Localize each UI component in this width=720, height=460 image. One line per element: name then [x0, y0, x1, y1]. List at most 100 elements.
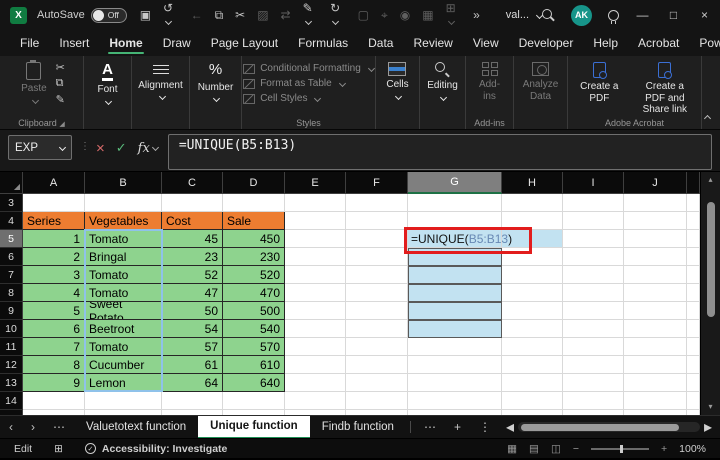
cell[interactable]	[408, 338, 502, 356]
copy-icon[interactable]: ⧉	[215, 8, 224, 23]
scroll-up-icon[interactable]: ▴	[708, 172, 712, 186]
cell[interactable]: 4	[23, 284, 85, 302]
format-painter-icon[interactable]: ✎	[56, 93, 65, 106]
sheet-tab-valuetotext[interactable]: Valuetotext function	[74, 416, 198, 439]
column-header-c[interactable]: C	[162, 172, 223, 194]
enter-check-icon[interactable]: ✓	[116, 140, 127, 156]
autosave-toggle[interactable]: Off	[90, 7, 127, 23]
cell[interactable]	[624, 374, 687, 392]
row-header-8[interactable]: 8	[0, 284, 23, 302]
cell[interactable]	[687, 302, 700, 320]
macro-record-icon[interactable]: ⊞	[54, 443, 63, 455]
camera-icon[interactable]: ◉	[400, 8, 410, 22]
column-header-e[interactable]: E	[285, 172, 346, 194]
cell[interactable]	[563, 284, 624, 302]
cell[interactable]	[563, 320, 624, 338]
spill-cell[interactable]	[408, 266, 502, 284]
cell[interactable]	[408, 356, 502, 374]
cell[interactable]: 52	[162, 266, 223, 284]
cell[interactable]	[563, 356, 624, 374]
cell[interactable]	[687, 374, 700, 392]
cell[interactable]: 3	[23, 266, 85, 284]
cell[interactable]	[285, 212, 346, 230]
cell[interactable]: 61	[162, 356, 223, 374]
cell[interactable]	[563, 302, 624, 320]
cell[interactable]	[563, 230, 624, 248]
page-break-view-icon[interactable]: ◫	[551, 443, 561, 455]
cell[interactable]	[85, 194, 162, 212]
cell[interactable]	[346, 338, 408, 356]
cell[interactable]	[563, 338, 624, 356]
number-button[interactable]: % Number	[195, 61, 237, 103]
horizontal-scroll-track[interactable]	[517, 422, 700, 432]
back-icon[interactable]: ←	[191, 8, 203, 22]
zoom-level[interactable]: 100%	[679, 443, 706, 455]
cell[interactable]	[408, 392, 502, 410]
row-header-4[interactable]: 4	[0, 212, 23, 230]
cell[interactable]	[563, 194, 624, 212]
cell[interactable]: 50	[162, 302, 223, 320]
cell[interactable]	[687, 266, 700, 284]
sheet-list-ellipsis-icon[interactable]: ⋯	[44, 420, 74, 434]
cell[interactable]	[346, 392, 408, 410]
tab-developer[interactable]: Developer	[509, 30, 584, 56]
editing-button[interactable]: Editing	[424, 61, 461, 101]
cell[interactable]	[687, 194, 700, 212]
cell[interactable]	[23, 392, 85, 410]
addins-button[interactable]: Add-ins	[470, 61, 509, 103]
tab-power-pivot[interactable]: Power Pivot	[689, 30, 720, 56]
tab-home[interactable]: Home	[99, 30, 152, 56]
row-header-13[interactable]: 13	[0, 374, 23, 392]
copy-icon[interactable]: ⧉	[56, 77, 65, 90]
cell[interactable]	[346, 320, 408, 338]
conditional-formatting-button[interactable]: Conditional Formatting	[243, 63, 375, 74]
cell[interactable]	[346, 212, 408, 230]
row-header-12[interactable]: 12	[0, 356, 23, 374]
alignment-button[interactable]: Alignment	[135, 61, 185, 101]
select-all-button[interactable]: ◢	[0, 172, 23, 194]
pin-icon[interactable]: ⌖	[381, 8, 388, 23]
cell[interactable]	[624, 356, 687, 374]
cell[interactable]	[624, 230, 687, 248]
column-header-h[interactable]: H	[502, 172, 563, 194]
vertical-scrollbar[interactable]: ▴ ▾	[700, 172, 720, 415]
cell[interactable]	[563, 374, 624, 392]
cell[interactable]: 8	[23, 356, 85, 374]
tab-page-layout[interactable]: Page Layout	[201, 30, 288, 56]
cell[interactable]: 2	[23, 248, 85, 266]
horizontal-scrollbar[interactable]: ◂ ▸	[500, 417, 720, 437]
scroll-right-icon[interactable]: ▸	[704, 417, 712, 437]
row-header-5-selected[interactable]: 5	[0, 230, 23, 248]
cell[interactable]: 6	[23, 320, 85, 338]
cell[interactable]	[502, 338, 563, 356]
cancel-icon[interactable]: ×	[96, 141, 105, 156]
cell[interactable]	[624, 320, 687, 338]
cell[interactable]: 47	[162, 284, 223, 302]
font-button[interactable]: A Font	[94, 61, 120, 105]
autosave-control[interactable]: AutoSave Off	[37, 7, 127, 23]
paste-button[interactable]: Paste	[18, 60, 50, 104]
name-box[interactable]: EXP	[8, 135, 72, 160]
cell[interactable]	[563, 248, 624, 266]
cell[interactable]	[346, 284, 408, 302]
sheet-next-icon[interactable]: ›	[22, 420, 44, 434]
cell[interactable]	[162, 392, 223, 410]
cell[interactable]	[502, 302, 563, 320]
cell[interactable]: 57	[162, 338, 223, 356]
vertical-scroll-thumb[interactable]	[706, 202, 715, 317]
tab-insert[interactable]: Insert	[49, 30, 99, 56]
cell[interactable]	[85, 392, 162, 410]
lightbulb-icon[interactable]	[608, 9, 619, 24]
cell[interactable]	[624, 392, 687, 410]
undo-icon[interactable]: ↺	[163, 1, 179, 29]
cell[interactable]	[285, 320, 346, 338]
cell[interactable]: 570	[223, 338, 285, 356]
row-header-6[interactable]: 6	[0, 248, 23, 266]
spill-cell[interactable]	[408, 284, 502, 302]
formula-input[interactable]: =UNIQUE(B5:B13)	[167, 134, 712, 170]
cell[interactable]	[687, 320, 700, 338]
cell[interactable]	[502, 374, 563, 392]
cell[interactable]	[502, 284, 563, 302]
cell[interactable]: 470	[223, 284, 285, 302]
row-header-7[interactable]: 7	[0, 266, 23, 284]
